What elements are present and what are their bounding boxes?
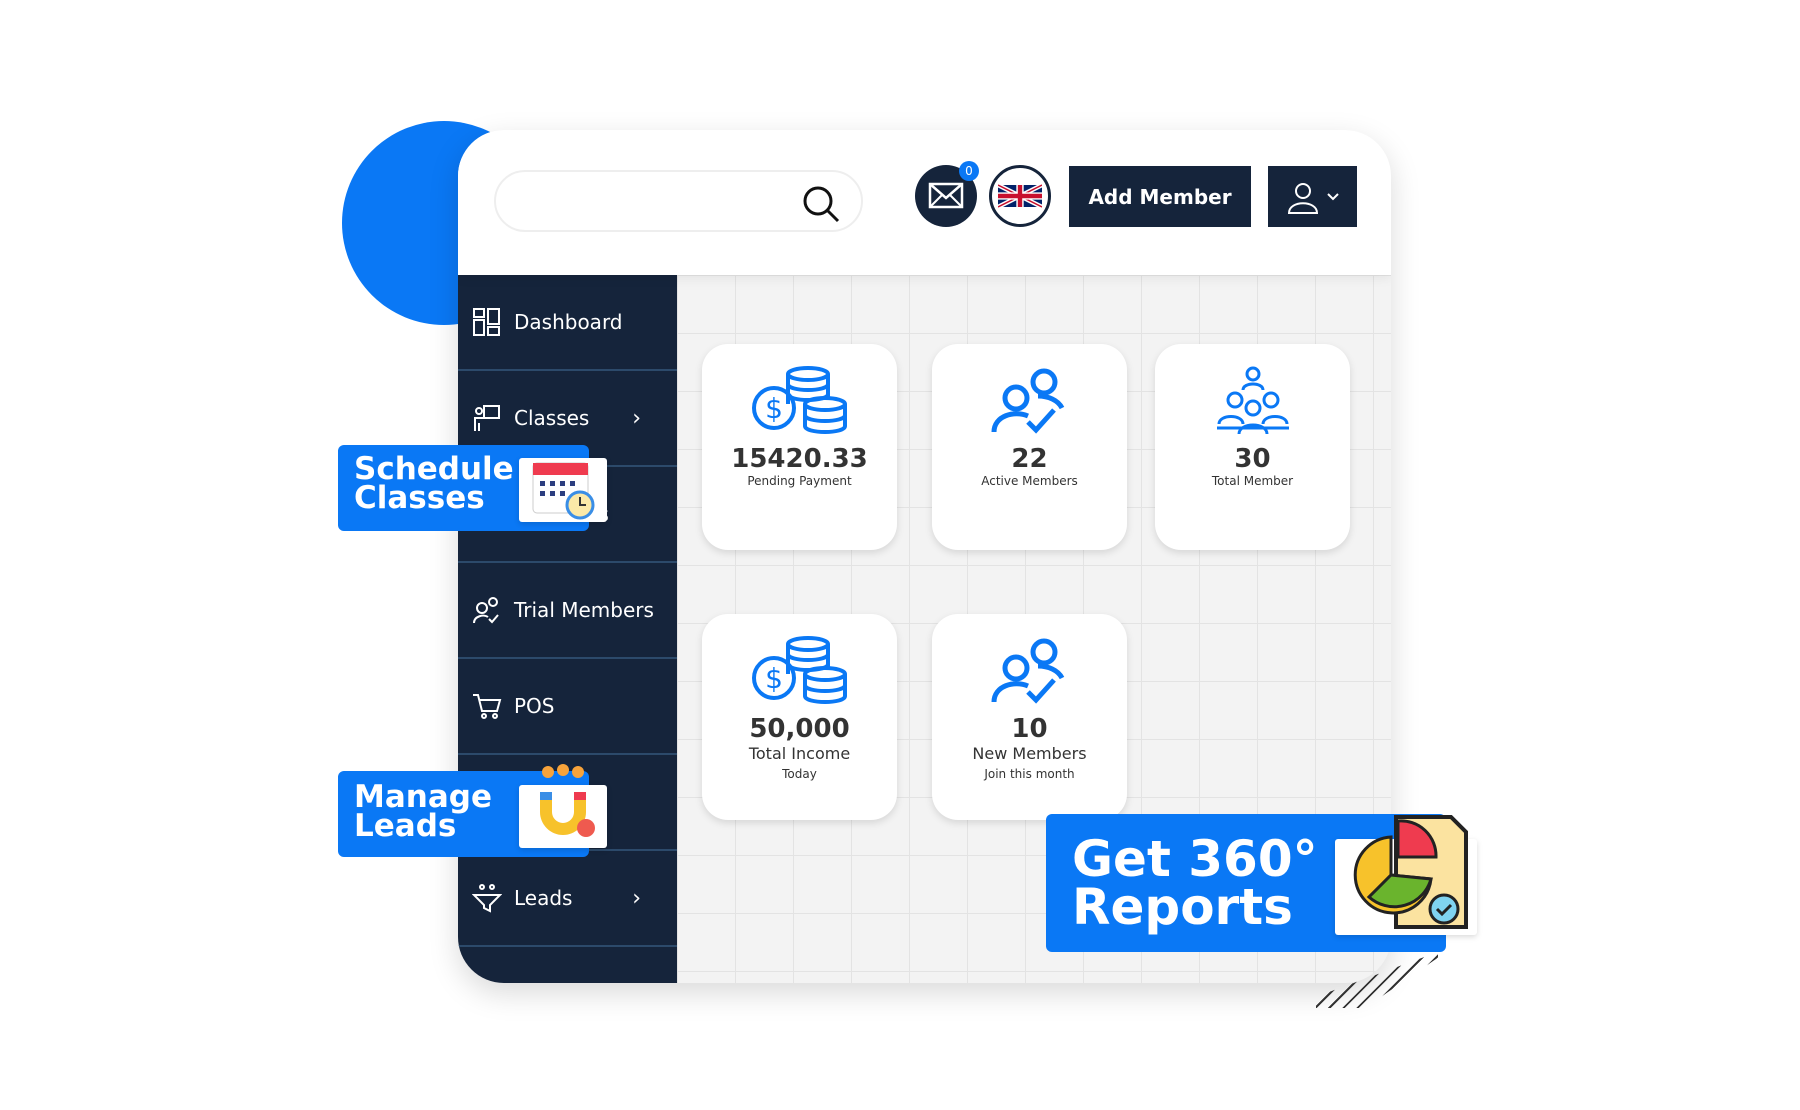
sidebar-item-pos[interactable]: POS (458, 659, 677, 755)
coins-icon: $ (751, 366, 847, 434)
add-member-button[interactable]: Add Member (1069, 166, 1251, 227)
top-bar: 0 Add Member (458, 130, 1391, 275)
user-menu-button[interactable] (1268, 166, 1357, 227)
stat-value: 30 (1234, 444, 1271, 474)
chevron-right-icon: › (632, 885, 641, 911)
mail-button[interactable]: 0 (915, 161, 979, 227)
stat-label: New Members (972, 744, 1087, 763)
calendar-icon (519, 458, 607, 522)
report-chart-icon (1335, 815, 1477, 935)
classes-icon (474, 405, 500, 431)
sidebar-item-label: Dashboard (514, 310, 623, 334)
coins-icon: $ (751, 636, 847, 704)
mail-badge: 0 (959, 161, 979, 181)
sidebar-item-dashboard[interactable]: Dashboard (458, 275, 677, 371)
svg-text:$: $ (765, 392, 783, 425)
stat-label: Total Member (1211, 474, 1294, 488)
uk-flag-icon (998, 183, 1042, 209)
banner-text: Manage Leads (354, 779, 492, 845)
stat-card-active-members[interactable]: 22 Active Members (932, 344, 1127, 550)
chevron-right-icon: › (632, 405, 641, 431)
cart-icon (473, 694, 502, 719)
stat-value: 10 (1011, 714, 1048, 744)
sidebar-item-label: POS (514, 694, 555, 718)
sidebar-item-leads[interactable]: Leads › (458, 851, 677, 947)
stat-card-total-member[interactable]: 30 Total Member (1155, 344, 1350, 550)
search-icon (803, 186, 840, 223)
sidebar-item-label: Leads (514, 886, 573, 910)
stat-card-new-members[interactable]: 10 New Members Join this month (932, 614, 1127, 820)
stat-sublabel: Join this month (984, 767, 1075, 781)
chevron-down-icon (1326, 192, 1339, 200)
members-check-icon (991, 638, 1064, 704)
stat-card-pending-payment[interactable]: $ 15420.33 Pending Payment (702, 344, 897, 550)
search-input[interactable] (494, 170, 863, 232)
sidebar-item-label: Classes (514, 406, 590, 430)
magnet-icon (519, 763, 607, 848)
sidebar: Dashboard Classes› ers Trial Members POS… (458, 275, 677, 983)
group-icon (1216, 366, 1289, 435)
language-button[interactable] (989, 165, 1051, 227)
stat-label: Active Members (981, 474, 1078, 488)
stat-label: Total Income (748, 744, 851, 763)
stat-value: 15420.33 (731, 444, 868, 474)
stat-value: 22 (1011, 444, 1048, 474)
banner-text: Get 360° Reports (1072, 830, 1318, 936)
sidebar-item-trial-members[interactable]: Trial Members (458, 563, 677, 659)
stat-label: Pending Payment (747, 474, 852, 488)
funnel-icon (472, 884, 502, 913)
user-icon (1287, 182, 1318, 214)
trial-members-icon (473, 597, 499, 624)
dashboard-icon (473, 308, 500, 336)
members-check-icon (991, 368, 1064, 434)
svg-text:$: $ (765, 662, 783, 695)
banner-text: Schedule Classes (354, 451, 514, 517)
stat-value: 50,000 (749, 714, 850, 744)
stat-sublabel: Today (782, 767, 817, 781)
stat-card-total-income[interactable]: $ 50,000 Total Income Today (702, 614, 897, 820)
sidebar-item-label: Trial Members (514, 598, 654, 622)
